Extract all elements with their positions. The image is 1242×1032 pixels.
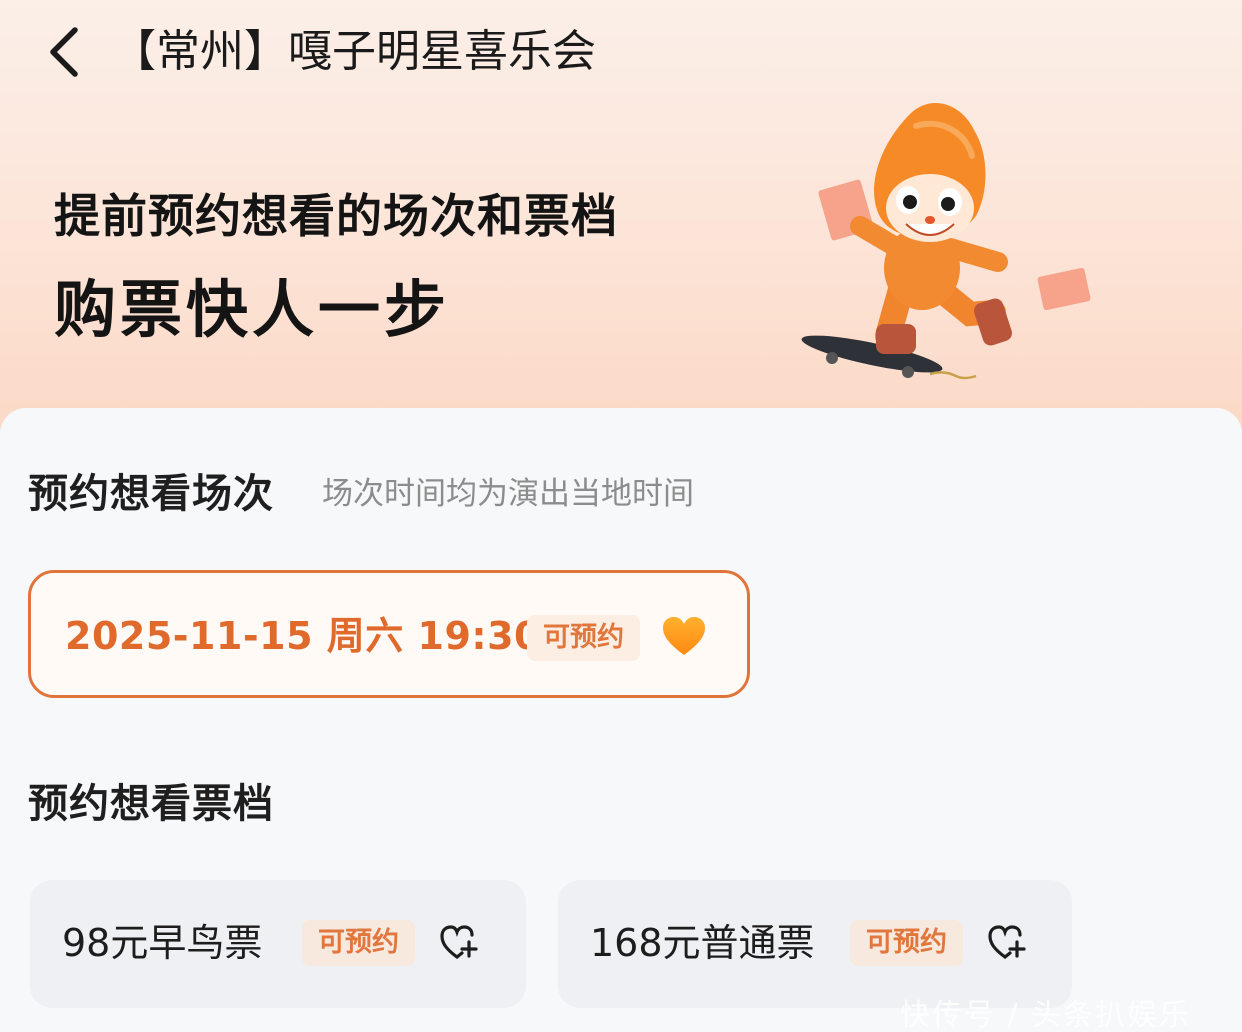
session-option[interactable]: 2025-11-15 周六 19:30 可预约 bbox=[28, 570, 750, 698]
heart-plus-icon[interactable] bbox=[440, 924, 478, 962]
ticket-tier-option[interactable]: 98元早鸟票 可预约 bbox=[30, 880, 526, 1008]
status-badge: 可预约 bbox=[850, 920, 963, 966]
ticket-tier-option[interactable]: 168元普通票 可预约 bbox=[558, 880, 1072, 1008]
heart-plus-icon[interactable] bbox=[988, 924, 1026, 962]
status-badge: 可预约 bbox=[302, 920, 415, 966]
status-badge: 可预约 bbox=[527, 615, 640, 661]
chevron-left-icon bbox=[50, 27, 78, 77]
session-datetime: 2025-11-15 周六 19:30 bbox=[65, 614, 541, 658]
watermark-text: 快传号 / 头条扒娱乐 bbox=[900, 998, 1192, 1032]
hero-headline: 提前预约想看的场次和票档 bbox=[54, 189, 618, 243]
tier-section-title: 预约想看票档 bbox=[28, 781, 274, 827]
back-button[interactable] bbox=[36, 22, 92, 82]
session-section-subtitle: 场次时间均为演出当地时间 bbox=[322, 476, 694, 512]
hero-banner: 【常州】嘎子明星喜乐会 提前预约想看的场次和票档 购票快人一步 bbox=[0, 0, 1242, 430]
session-section-title: 预约想看场次 bbox=[28, 471, 274, 517]
tier-label: 168元普通票 bbox=[590, 921, 815, 965]
heart-filled-icon[interactable] bbox=[661, 615, 707, 657]
mascot-illustration bbox=[801, 103, 1091, 380]
hero-slogan: 购票快人一步 bbox=[54, 273, 451, 346]
page-title: 【常州】嘎子明星喜乐会 bbox=[112, 26, 596, 77]
tier-label: 98元早鸟票 bbox=[62, 921, 263, 965]
